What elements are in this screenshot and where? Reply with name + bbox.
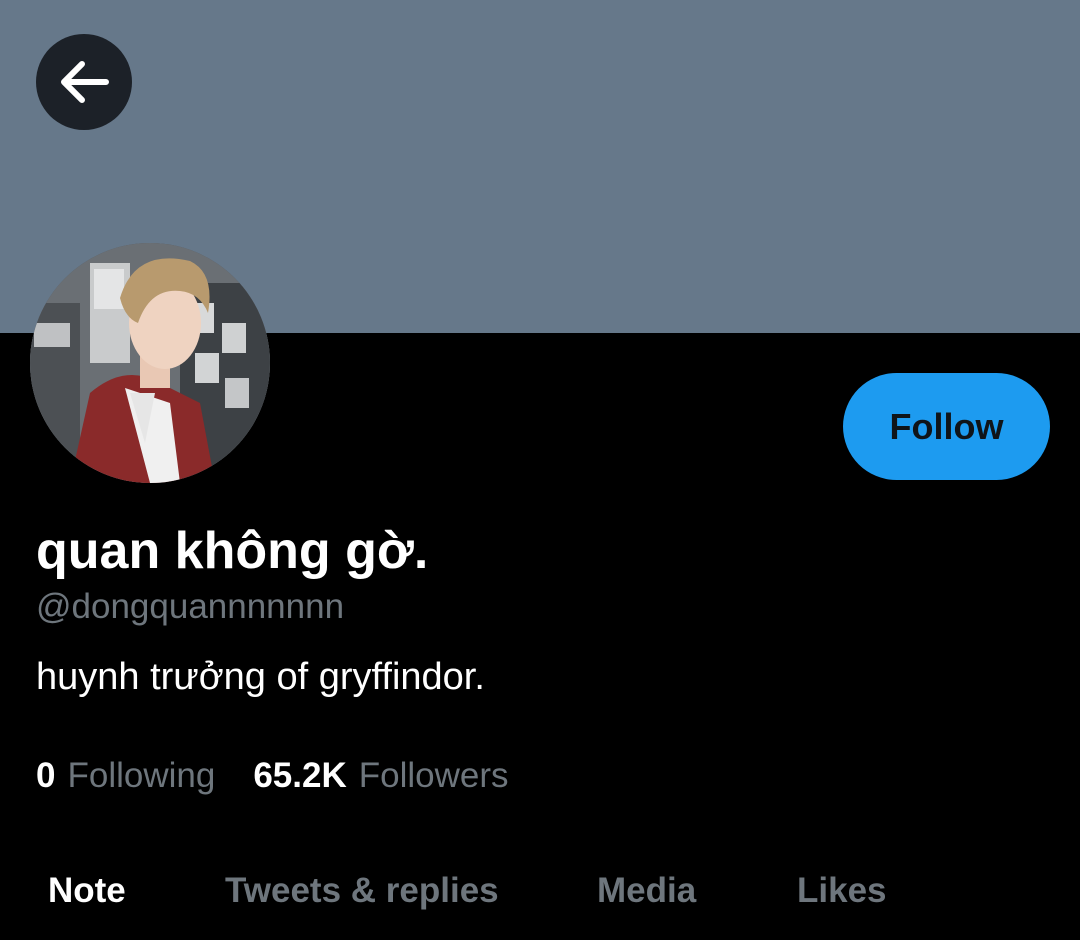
display-name: quan không gờ. — [36, 522, 429, 580]
tab-media[interactable]: Media — [597, 858, 696, 924]
avatar-photo — [30, 243, 270, 483]
profile-screen: Follow quan không gờ. @dongquannnnnnn hu… — [0, 0, 1080, 940]
user-handle: @dongquannnnnnn — [36, 587, 345, 626]
followers-label: Followers — [358, 756, 509, 795]
profile-tabs: Note Tweets & replies Media Likes — [0, 858, 1080, 924]
tab-note[interactable]: Note — [48, 858, 126, 924]
tab-tweets-replies[interactable]: Tweets & replies — [225, 858, 499, 924]
following-label: Following — [67, 756, 216, 795]
following-link[interactable]: 0 Following — [36, 756, 215, 796]
followers-link[interactable]: 65.2K Followers — [253, 756, 508, 796]
following-count: 0 — [36, 756, 56, 795]
back-button[interactable] — [36, 34, 132, 130]
avatar[interactable] — [30, 243, 270, 483]
arrow-left-icon — [61, 61, 109, 103]
follow-button[interactable]: Follow — [843, 373, 1050, 480]
profile-stats: 0 Following 65.2K Followers — [36, 752, 509, 800]
tab-likes[interactable]: Likes — [797, 858, 887, 924]
followers-count: 65.2K — [253, 756, 347, 795]
profile-bio: huynh trưởng of gryffindor. — [36, 656, 485, 698]
